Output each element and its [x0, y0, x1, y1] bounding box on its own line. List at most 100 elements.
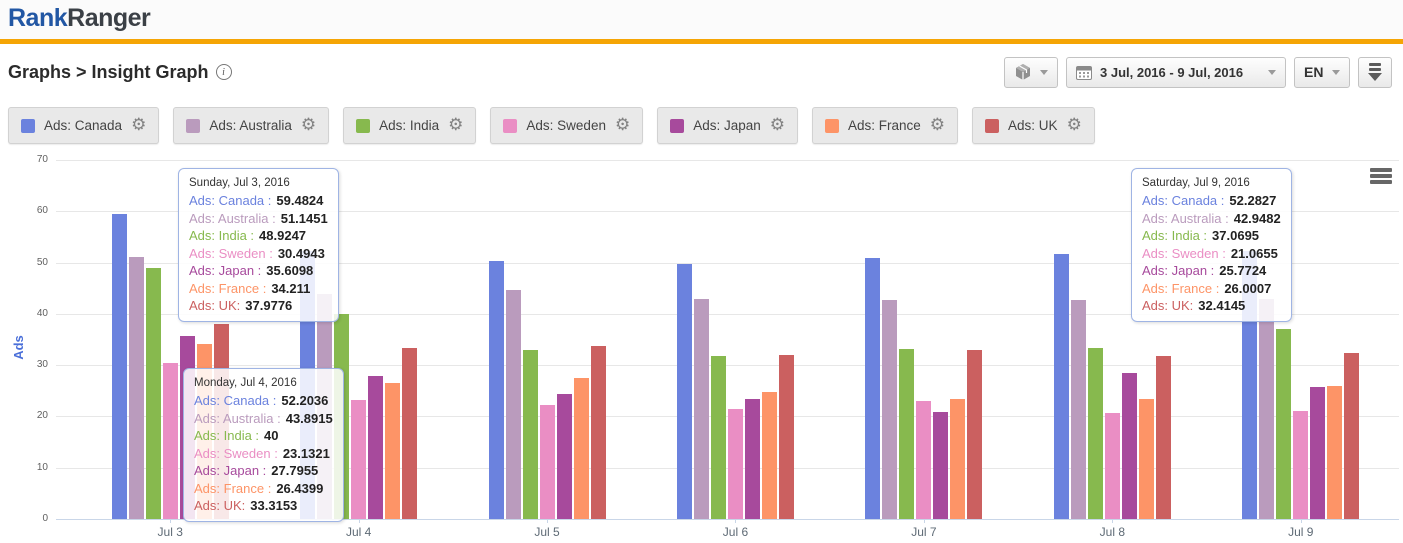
y-axis-title: Ads	[11, 335, 26, 360]
legend-label: Ads: Canada	[44, 118, 122, 133]
bar-ads-sweden-jul-3[interactable]	[163, 363, 178, 519]
bar-ads-canada-jul-6[interactable]	[677, 264, 692, 519]
tooltip-series-value: 37.9776	[245, 298, 292, 313]
tooltip-series-label: Ads: Australia :	[194, 411, 281, 426]
chart-context-menu-button[interactable]	[1368, 166, 1394, 186]
bar-ads-sweden-jul-6[interactable]	[728, 409, 743, 519]
chart-tooltip-2: Monday, Jul 4, 2016Ads: Canada :52.2036A…	[183, 368, 344, 522]
language-selector[interactable]: EN	[1294, 57, 1350, 88]
bar-ads-france-jul-5[interactable]	[574, 378, 589, 519]
bar-ads-australia-jul-5[interactable]	[506, 290, 521, 519]
tooltip-series-label: Ads: Canada :	[194, 393, 276, 408]
tooltip-series-label: Ads: India :	[1142, 228, 1207, 243]
bar-ads-india-jul-5[interactable]	[523, 350, 538, 519]
bar-ads-canada-jul-7[interactable]	[865, 258, 880, 519]
bar-ads-uk-jul-8[interactable]	[1156, 356, 1171, 519]
gear-icon[interactable]: ⚙	[301, 117, 316, 134]
tooltip-series-label: Ads: Canada :	[189, 193, 271, 208]
date-range-picker[interactable]: 3 Jul, 2016 - 9 Jul, 2016	[1066, 57, 1286, 88]
bar-ads-sweden-jul-4[interactable]	[351, 400, 366, 519]
bar-ads-france-jul-9[interactable]	[1327, 386, 1342, 519]
bar-ads-uk-jul-9[interactable]	[1344, 353, 1359, 519]
tooltip-series-label: Ads: Sweden :	[194, 446, 278, 461]
bar-ads-australia-jul-8[interactable]	[1071, 300, 1086, 519]
legend-label: Ads: Sweden	[526, 118, 606, 133]
logo-rank: Rank	[8, 4, 67, 32]
bar-ads-france-jul-4[interactable]	[385, 383, 400, 519]
bar-ads-sweden-jul-8[interactable]	[1105, 413, 1120, 519]
bar-ads-australia-jul-7[interactable]	[882, 300, 897, 519]
bar-ads-japan-jul-6[interactable]	[745, 399, 760, 519]
tooltip-row-ads-india: Ads: India : 37.0695	[1142, 227, 1281, 245]
bar-ads-india-jul-9[interactable]	[1276, 329, 1291, 519]
tooltip-series-label: Ads: Australia :	[1142, 211, 1229, 226]
x-axis-slot: Jul 6	[641, 519, 829, 543]
bar-ads-france-jul-8[interactable]	[1139, 399, 1154, 519]
bar-ads-australia-jul-9[interactable]	[1259, 299, 1274, 519]
bar-ads-australia-jul-3[interactable]	[129, 257, 144, 519]
download-button[interactable]	[1358, 57, 1392, 88]
legend-chip-ads-sweden[interactable]: Ads: Sweden ⚙	[490, 107, 643, 144]
bar-ads-japan-jul-9[interactable]	[1310, 387, 1325, 519]
bar-ads-sweden-jul-9[interactable]	[1293, 411, 1308, 519]
tooltip-series-label: Ads: Japan :	[194, 463, 266, 478]
gear-icon[interactable]: ⚙	[930, 117, 945, 134]
bar-ads-uk-jul-4[interactable]	[402, 348, 417, 519]
language-value: EN	[1304, 64, 1323, 80]
download-icon	[1368, 63, 1382, 81]
x-axis-tick	[924, 519, 925, 523]
bar-ads-canada-jul-3[interactable]	[112, 214, 127, 519]
bar-ads-uk-jul-6[interactable]	[779, 355, 794, 519]
bar-ads-india-jul-3[interactable]	[146, 268, 161, 519]
tooltip-series-label: Ads: Sweden :	[1142, 246, 1226, 261]
tooltip-row-ads-canada: Ads: Canada :59.4824	[189, 192, 328, 210]
gear-icon[interactable]: ⚙	[448, 117, 463, 134]
legend-chip-ads-france[interactable]: Ads: France⚙	[812, 107, 958, 144]
y-axis-tick-label: 70	[0, 154, 48, 165]
bar-ads-japan-jul-4[interactable]	[368, 376, 383, 519]
chevron-down-icon	[1040, 70, 1048, 75]
legend-chip-ads-japan[interactable]: Ads: Japan⚙	[657, 107, 798, 144]
bar-ads-uk-jul-5[interactable]	[591, 346, 606, 519]
x-axis-slot: Jul 9	[1207, 519, 1395, 543]
bar-ads-japan-jul-8[interactable]	[1122, 373, 1137, 519]
tooltip-series-label: Ads: UK:	[1142, 298, 1193, 313]
legend-chip-ads-australia[interactable]: Ads: Australia⚙	[173, 107, 329, 144]
bar-ads-australia-jul-6[interactable]	[694, 299, 709, 520]
tooltip-series-value: 26.4399	[276, 481, 323, 496]
tooltip-series-value: 30.4943	[278, 246, 325, 261]
bar-ads-sweden-jul-5[interactable]	[540, 405, 555, 519]
x-axis-slot: Jul 3	[76, 519, 264, 543]
x-axis-tick	[359, 519, 360, 523]
tooltip-row-ads-sweden: Ads: Sweden :23.1321	[194, 445, 333, 463]
bar-ads-canada-jul-8[interactable]	[1054, 254, 1069, 519]
legend-swatch	[503, 119, 517, 133]
gear-icon[interactable]: ⚙	[131, 117, 146, 134]
tooltip-row-ads-australia: Ads: Australia :42.9482	[1142, 210, 1281, 228]
legend-chip-ads-india[interactable]: Ads: India⚙	[343, 107, 476, 144]
bar-ads-india-jul-6[interactable]	[711, 356, 726, 519]
bar-ads-canada-jul-5[interactable]	[489, 261, 504, 519]
bar-ads-uk-jul-7[interactable]	[967, 350, 982, 519]
tooltip-series-value: 37.0695	[1212, 228, 1259, 243]
bar-ads-france-jul-6[interactable]	[762, 392, 777, 519]
info-icon[interactable]: i	[216, 64, 232, 80]
toolbar-controls: 3 Jul, 2016 - 9 Jul, 2016 EN	[1004, 57, 1392, 88]
bar-ads-japan-jul-5[interactable]	[557, 394, 572, 519]
tooltip-series-label: Ads: Sweden :	[189, 246, 273, 261]
legend-chip-ads-canada[interactable]: Ads: Canada ⚙	[8, 107, 159, 144]
bar-ads-sweden-jul-7[interactable]	[916, 401, 931, 519]
gear-icon[interactable]: ⚙	[1067, 117, 1082, 134]
date-range-value: 3 Jul, 2016 - 9 Jul, 2016	[1100, 65, 1260, 80]
legend-chip-ads-uk[interactable]: Ads: UK⚙	[972, 107, 1095, 144]
gear-icon[interactable]: ⚙	[615, 117, 630, 134]
bar-ads-france-jul-7[interactable]	[950, 399, 965, 519]
gear-icon[interactable]: ⚙	[770, 117, 785, 134]
bar-ads-india-jul-8[interactable]	[1088, 348, 1103, 519]
series-legend: Ads: Canada⚙Ads: Australia⚙Ads: India⚙Ad…	[0, 100, 1403, 148]
bar-ads-india-jul-7[interactable]	[899, 349, 914, 519]
bar-ads-japan-jul-7[interactable]	[933, 412, 948, 519]
x-axis: Jul 3Jul 4Jul 5Jul 6Jul 7Jul 8Jul 9	[76, 519, 1395, 543]
y-axis-tick-label: 0	[0, 513, 48, 524]
package-dropdown-button[interactable]	[1004, 57, 1058, 88]
